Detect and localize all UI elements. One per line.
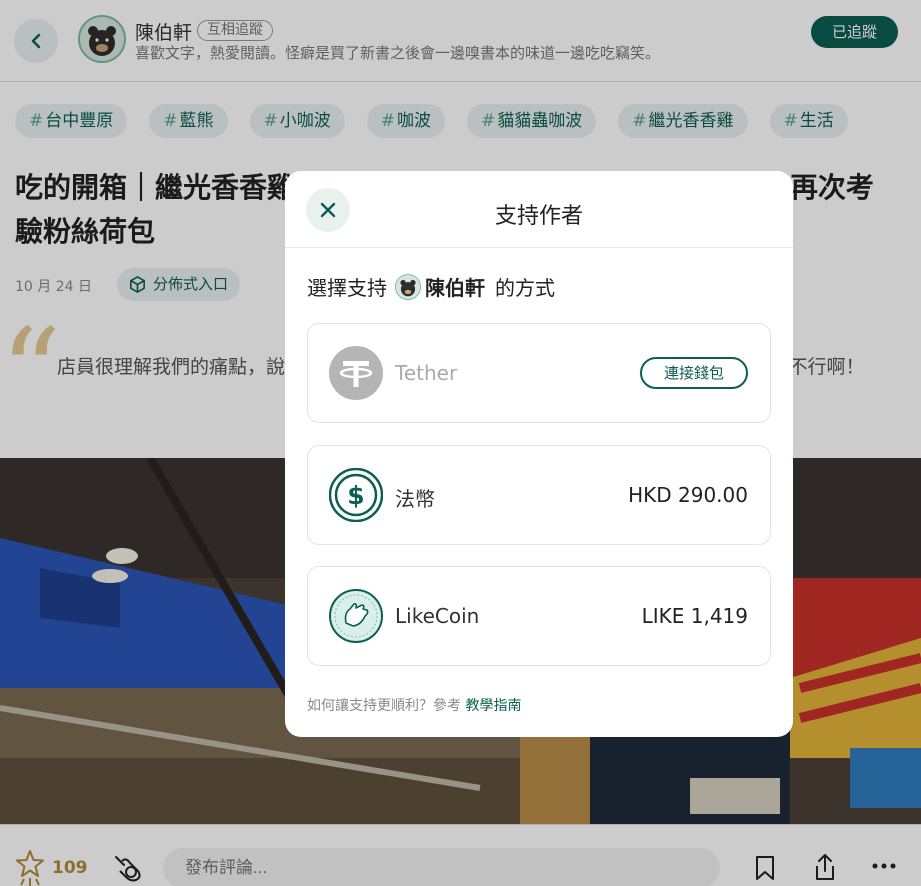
support-author-dialog: 支持作者 選擇支持 陳伯軒 的方式 Tether 連接錢包 $ 法幣 HKD 2…: [285, 171, 793, 737]
tether-icon: [329, 346, 383, 400]
option-name: Tether: [395, 361, 458, 385]
help-prefix: 如何讓支持更順利？參考: [307, 698, 461, 714]
prompt-author-name: 陳伯軒: [425, 276, 485, 300]
dialog-title: 支持作者: [494, 204, 583, 229]
author-avatar-small: [395, 273, 421, 300]
likecoin-icon: [329, 589, 383, 643]
connect-wallet-button[interactable]: 連接錢包: [640, 357, 748, 389]
tutorial-link[interactable]: 教學指南: [465, 698, 521, 714]
option-name: LikeCoin: [395, 604, 480, 628]
option-name: 法幣: [395, 487, 435, 511]
svg-text:$: $: [347, 481, 364, 510]
option-amount: LIKE 1,419: [641, 604, 748, 628]
support-option-tether[interactable]: Tether 連接錢包: [307, 323, 771, 423]
support-option-fiat[interactable]: $ 法幣 HKD 290.00: [307, 445, 771, 545]
bear-avatar-icon: [396, 274, 420, 299]
prompt-suffix: 的方式: [495, 276, 555, 300]
dollar-icon: $: [329, 468, 383, 522]
support-method-prompt: 選擇支持 陳伯軒 的方式: [307, 272, 555, 301]
dialog-header: 支持作者: [285, 171, 793, 248]
help-text: 如何讓支持更順利？參考 教學指南: [307, 695, 521, 715]
prompt-prefix: 選擇支持: [307, 276, 387, 300]
support-option-likecoin[interactable]: LikeCoin LIKE 1,419: [307, 566, 771, 666]
option-amount: HKD 290.00: [628, 483, 748, 507]
